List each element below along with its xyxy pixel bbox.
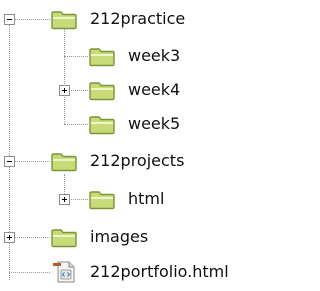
- expand-toggle-week4[interactable]: [59, 85, 70, 96]
- collapse-toggle-212practice[interactable]: [4, 14, 15, 25]
- tree-item-label: 212projects: [90, 151, 185, 170]
- tree-item-week5[interactable]: week5: [88, 111, 180, 137]
- tree-item-label: week3: [128, 46, 181, 65]
- tree-connector: [64, 124, 88, 125]
- tree-item-label: week5: [128, 114, 181, 133]
- folder-icon: [51, 11, 77, 30]
- folder-icon: [51, 153, 77, 172]
- tree-item-week3[interactable]: week3: [88, 43, 180, 69]
- tree-item-week4[interactable]: week4: [88, 77, 180, 103]
- collapse-toggle-212projects[interactable]: [4, 156, 15, 167]
- html-file-icon: [53, 261, 75, 283]
- tree-connector: [14, 19, 50, 20]
- file-tree: 212practice week3 week4 week5 212project…: [0, 0, 283, 291]
- tree-item-212practice[interactable]: 212practice: [50, 6, 185, 32]
- tree-connector: [14, 237, 50, 238]
- tree-connector: [64, 28, 65, 124]
- expand-toggle-html[interactable]: [59, 194, 70, 205]
- tree-item-label: 212portfolio.html: [90, 262, 229, 281]
- folder-icon: [89, 191, 115, 210]
- tree-connector: [14, 161, 50, 162]
- folder-icon: [89, 116, 115, 135]
- folder-icon: [89, 48, 115, 67]
- tree-item-label: images: [90, 227, 149, 246]
- tree-item-212projects[interactable]: 212projects: [50, 148, 184, 174]
- tree-item-label: html: [128, 189, 165, 208]
- tree-connector: [69, 90, 88, 91]
- tree-connector: [64, 56, 88, 57]
- tree-item-label: 212practice: [90, 9, 186, 28]
- tree-item-212portfolio-html[interactable]: 212portfolio.html: [50, 259, 229, 285]
- tree-connector: [69, 199, 88, 200]
- tree-item-label: week4: [128, 80, 181, 99]
- tree-item-html[interactable]: html: [88, 186, 164, 212]
- tree-connector: [9, 272, 50, 273]
- folder-icon: [51, 229, 77, 248]
- folder-icon: [89, 82, 115, 101]
- tree-item-images[interactable]: images: [50, 224, 148, 250]
- expand-toggle-images[interactable]: [4, 232, 15, 243]
